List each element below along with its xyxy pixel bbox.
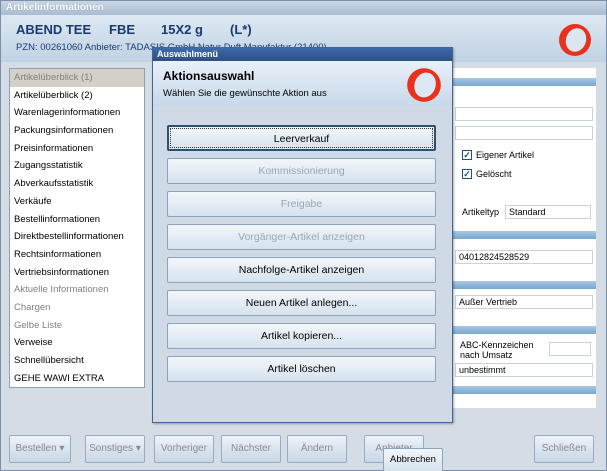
bottom-button-label: Nächster	[230, 443, 271, 454]
action-button: Freigabe	[167, 191, 436, 217]
cancel-button[interactable]: Abbrechen	[383, 448, 443, 471]
bottom-button[interactable]: Sonstiges ▾	[85, 435, 145, 463]
sidebar-item[interactable]: Abverkaufsstatistik	[10, 175, 144, 193]
action-button: Vorgänger-Artikel anzeigen	[167, 224, 436, 250]
dialog-heading: Aktionsauswahl	[163, 69, 255, 83]
sidebar-navigation: Artikelüberblick (1) Artikelüberblick (2)…	[9, 68, 145, 388]
info-field	[455, 107, 593, 121]
right-info-panel: ✓ Eigener Artikel ✓ Gelöscht Artikeltyp …	[453, 68, 596, 408]
bottom-button[interactable]: Ändern	[287, 435, 347, 463]
ring-logo-icon	[407, 68, 441, 102]
product-size: 15X2 g	[161, 22, 203, 37]
ring-logo-icon	[559, 24, 591, 56]
bottom-button-label: Sonstiges	[89, 443, 134, 454]
abc-code-field	[549, 342, 591, 356]
section-header	[453, 281, 596, 289]
sidebar-item[interactable]: Rechtsinformationen	[10, 246, 144, 264]
section-header	[453, 231, 596, 239]
geloescht-checkbox[interactable]: ✓	[462, 169, 472, 179]
sidebar-item[interactable]: Packungsinformationen	[10, 122, 144, 140]
product-flag: (L*)	[230, 22, 252, 37]
bottom-button[interactable]: Schließen	[534, 435, 594, 463]
dialog-titlebar: Auswahlmenü	[153, 48, 452, 61]
chevron-down-icon: ▾	[56, 443, 65, 454]
abc-label: ABC-Kennzeichen nach Umsatz	[460, 340, 534, 360]
bottom-button-label: Bestellen	[15, 443, 57, 454]
bottom-button[interactable]: Nächster	[221, 435, 281, 463]
bottom-button[interactable]: Vorheriger	[154, 435, 214, 463]
chevron-down-icon: ▾	[133, 443, 141, 454]
sidebar-item[interactable]: Artikelüberblick (1)	[10, 69, 144, 87]
sidebar-item[interactable]: Zugangsstatistik	[10, 157, 144, 175]
action-button[interactable]: Neuen Artikel anlegen...	[167, 290, 436, 316]
section-header	[453, 386, 596, 394]
sidebar-item[interactable]: Direktbestellinformationen	[10, 228, 144, 246]
dialog-body: Leerverkauf Kommissionierung Freigabe Vorgä…	[153, 106, 452, 471]
section-header	[453, 326, 596, 334]
info-field	[455, 126, 593, 140]
action-button: Kommissionierung	[167, 158, 436, 184]
sidebar-item[interactable]: Verweise	[10, 334, 144, 352]
artikeltyp-field: Standard	[505, 205, 591, 219]
sidebar-item[interactable]: Preisinformationen	[10, 140, 144, 158]
product-form: FBE	[109, 22, 135, 37]
action-button[interactable]: Artikel kopieren...	[167, 323, 436, 349]
sidebar-item[interactable]: GEHE WAWI EXTRA	[10, 370, 144, 388]
sidebar-item[interactable]: Bestellinformationen	[10, 211, 144, 229]
vertrieb-field: Außer Vertrieb	[455, 295, 593, 309]
sidebar-item[interactable]: Vertriebsinformationen	[10, 264, 144, 282]
action-button[interactable]: Artikel löschen	[167, 356, 436, 382]
sidebar-item[interactable]: Schnellübersicht	[10, 352, 144, 370]
barcode-field: 04012824528529	[455, 250, 593, 264]
bottom-button-label: Vorheriger	[160, 443, 208, 454]
bottom-button-label: Schließen	[541, 443, 587, 454]
sidebar-item: Gelbe Liste	[14, 319, 63, 331]
product-name: ABEND TEE	[16, 22, 92, 37]
artikeltyp-label: Artikeltyp	[462, 207, 500, 217]
sidebar-item: Chargen	[14, 301, 51, 313]
abc-value-field: unbestimmt	[455, 363, 593, 377]
sidebar-item[interactable]: Warenlagerinformationen	[10, 104, 144, 122]
window-titlebar: Artikelinformationen	[1, 1, 606, 15]
dialog-header: Aktionsauswahl Wählen Sie die gewünschte…	[153, 61, 452, 106]
section-header	[453, 78, 596, 86]
bottom-button[interactable]: Bestellen ▾	[9, 435, 71, 463]
action-button[interactable]: Nachfolge-Artikel anzeigen	[167, 257, 436, 283]
sidebar-item: Aktuelle Informationen	[14, 284, 109, 296]
sidebar-item[interactable]: Artikelüberblick (2)	[10, 87, 144, 105]
sidebar-item[interactable]: Verkäufe	[10, 193, 144, 211]
geloescht-label: Gelöscht	[476, 169, 512, 179]
eigener-artikel-checkbox[interactable]: ✓	[462, 150, 472, 160]
action-selection-dialog: Auswahlmenü Aktionsauswahl Wählen Sie di…	[152, 47, 453, 471]
action-button[interactable]: Leerverkauf	[167, 125, 436, 151]
bottom-button-label: Ändern	[300, 443, 334, 454]
eigener-artikel-label: Eigener Artikel	[476, 150, 535, 160]
dialog-subheading: Wählen Sie die gewünschte Aktion aus	[163, 88, 327, 99]
